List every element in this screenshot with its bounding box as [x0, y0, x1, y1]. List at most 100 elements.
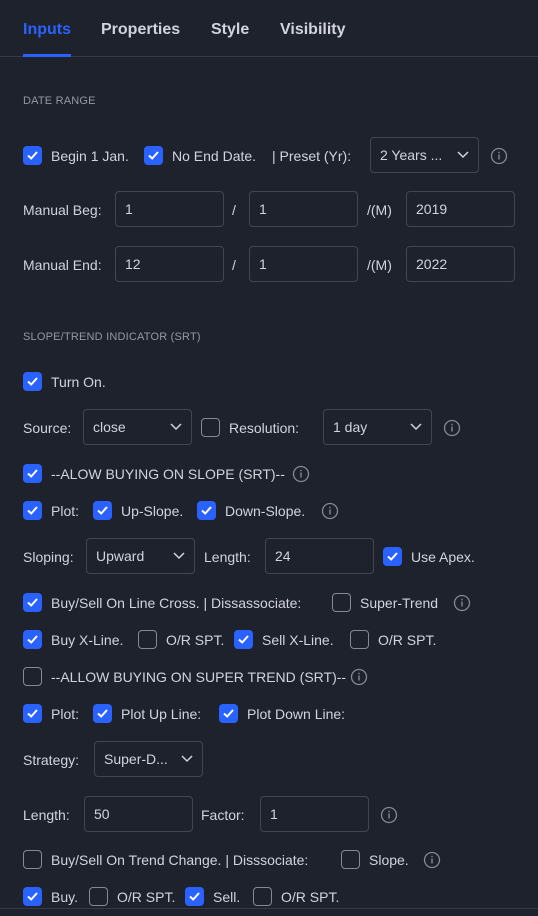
up-slope-checkbox[interactable]: [93, 501, 112, 520]
manual-end-year-input[interactable]: 2022: [406, 246, 515, 282]
chevron-down-icon: [181, 755, 193, 763]
buy-sell-cross-label: Buy/Sell On Line Cross. | Dissassociate:: [51, 595, 302, 611]
buy-label: Buy.: [51, 889, 78, 905]
info-icon[interactable]: [423, 851, 441, 869]
no-end-date-label: No End Date.: [172, 148, 257, 164]
plot-down-line-label: Plot Down Line:: [247, 706, 346, 722]
plot-up-line-label: Plot Up Line:: [121, 706, 202, 722]
buy-checkbox[interactable]: [23, 887, 42, 906]
down-slope-checkbox[interactable]: [197, 501, 216, 520]
buy-sell-cross-checkbox[interactable]: [23, 593, 42, 612]
sloping-select-value: Upward: [96, 548, 145, 564]
manual-beg-day-input[interactable]: 1: [115, 191, 224, 227]
plot-super-checkbox[interactable]: [23, 704, 42, 723]
manual-end-label: Manual End:: [23, 257, 102, 273]
sell-or-spt-trend-label: O/R SPT.: [281, 889, 340, 905]
strategy-select[interactable]: Super-D...: [94, 741, 203, 777]
begin-1-jan-checkbox[interactable]: [23, 146, 42, 165]
tab-visibility[interactable]: Visibility: [280, 21, 346, 39]
chevron-down-icon: [173, 552, 185, 560]
allow-super-trend-checkbox[interactable]: [23, 667, 42, 686]
turn-on-label: Turn On.: [51, 374, 106, 390]
strategy-label: Strategy:: [23, 752, 80, 768]
manual-beg-year-input[interactable]: 2019: [406, 191, 515, 227]
buy-or-spt-checkbox[interactable]: [138, 630, 157, 649]
strategy-select-value: Super-D...: [104, 751, 168, 767]
sell-label: Sell.: [213, 889, 241, 905]
use-apex-label: Use Apex.: [411, 549, 475, 565]
plot-slope-checkbox[interactable]: [23, 501, 42, 520]
factor-input[interactable]: 1: [260, 796, 369, 832]
buy-or-spt-label: O/R SPT.: [166, 632, 225, 648]
turn-on-checkbox[interactable]: [23, 372, 42, 391]
manual-end-day-input[interactable]: 12: [115, 246, 224, 282]
slash-separator: /: [232, 257, 236, 273]
plot-up-line-checkbox[interactable]: [93, 704, 112, 723]
info-icon[interactable]: [292, 465, 310, 483]
no-end-date-checkbox[interactable]: [144, 146, 163, 165]
plot-label: Plot:: [51, 503, 80, 519]
section-date-range: DATE RANGE: [23, 95, 96, 107]
active-tab-indicator: [23, 54, 71, 57]
length-super-input[interactable]: 50: [84, 796, 193, 832]
allow-super-trend-label: --ALLOW BUYING ON SUPER TREND (SRT)--: [51, 669, 347, 685]
info-icon[interactable]: [490, 147, 508, 165]
tab-style[interactable]: Style: [211, 21, 249, 39]
manual-end-month-input[interactable]: 1: [249, 246, 358, 282]
sell-xline-checkbox[interactable]: [234, 630, 253, 649]
sloping-select[interactable]: Upward: [86, 538, 195, 574]
info-icon[interactable]: [380, 806, 398, 824]
preset-label: | Preset (Yr):: [272, 148, 352, 164]
info-icon[interactable]: [321, 502, 339, 520]
length-super-label: Length:: [23, 807, 70, 823]
buy-xline-label: Buy X-Line.: [51, 632, 124, 648]
preset-select[interactable]: 2 Years ...: [370, 137, 479, 173]
length-label: Length:: [204, 549, 251, 565]
buy-sell-trend-label: Buy/Sell On Trend Change. | Disssociate:: [51, 852, 309, 868]
slope-checkbox[interactable]: [341, 850, 360, 869]
plot-down-line-checkbox[interactable]: [219, 704, 238, 723]
resolution-label: Resolution:: [229, 420, 300, 436]
use-apex-checkbox[interactable]: [383, 547, 402, 566]
buy-sell-trend-checkbox[interactable]: [23, 850, 42, 869]
super-trend-checkbox[interactable]: [332, 593, 351, 612]
chevron-down-icon: [457, 151, 469, 159]
resolution-select-value: 1 day: [333, 419, 368, 435]
tab-properties[interactable]: Properties: [101, 21, 180, 39]
super-trend-label: Super-Trend: [360, 595, 439, 611]
sell-or-spt-checkbox[interactable]: [350, 630, 369, 649]
begin-1-jan-label: Begin 1 Jan.: [51, 148, 129, 164]
info-icon[interactable]: [453, 594, 471, 612]
info-icon[interactable]: [443, 419, 461, 437]
bottom-edge: [0, 908, 538, 916]
buy-or-spt-trend-checkbox[interactable]: [89, 887, 108, 906]
sell-checkbox[interactable]: [185, 887, 204, 906]
source-label: Source:: [23, 420, 72, 436]
preset-select-value: 2 Years ...: [380, 147, 443, 163]
resolution-select[interactable]: 1 day: [323, 409, 432, 445]
allow-slope-checkbox[interactable]: [23, 464, 42, 483]
slope-label: Slope.: [369, 852, 409, 868]
chevron-down-icon: [170, 423, 182, 431]
length-input[interactable]: 24: [265, 538, 374, 574]
manual-beg-label: Manual Beg:: [23, 202, 102, 218]
tab-bar: Inputs Properties Style Visibility: [0, 0, 538, 57]
allow-slope-label: --ALOW BUYING ON SLOPE (SRT)--: [51, 466, 285, 482]
sell-or-spt-trend-checkbox[interactable]: [253, 887, 272, 906]
source-select-value: close: [93, 419, 126, 435]
source-select[interactable]: close: [83, 409, 192, 445]
manual-beg-month-input[interactable]: 1: [249, 191, 358, 227]
tab-inputs[interactable]: Inputs: [23, 21, 71, 39]
resolution-checkbox[interactable]: [201, 418, 220, 437]
plot-super-label: Plot:: [51, 706, 80, 722]
buy-xline-checkbox[interactable]: [23, 630, 42, 649]
factor-label: Factor:: [201, 807, 245, 823]
month-separator: /(M): [367, 257, 392, 273]
sell-xline-label: Sell X-Line.: [262, 632, 334, 648]
chevron-down-icon: [410, 423, 422, 431]
up-slope-label: Up-Slope.: [121, 503, 184, 519]
sell-or-spt-label: O/R SPT.: [378, 632, 437, 648]
month-separator: /(M): [367, 202, 392, 218]
info-icon[interactable]: [350, 668, 368, 686]
buy-or-spt-trend-label: O/R SPT.: [117, 889, 176, 905]
